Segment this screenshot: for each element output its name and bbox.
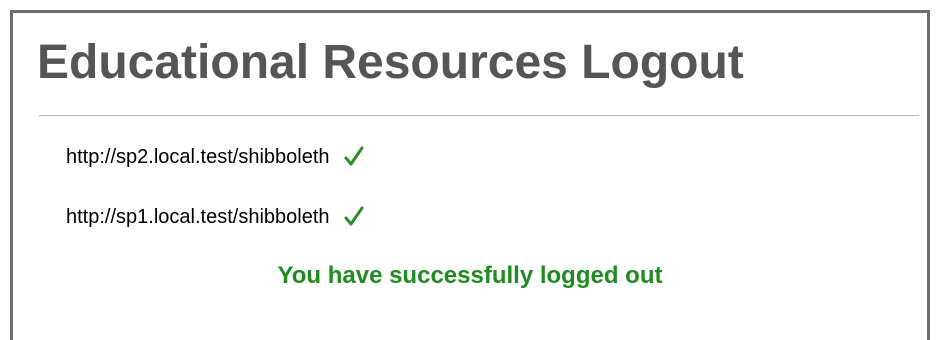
service-provider-list: http://sp2.local.test/shibboleth http://… bbox=[66, 139, 364, 259]
logout-panel: Educational Resources Logout http://sp2.… bbox=[10, 10, 930, 340]
list-item: http://sp2.local.test/shibboleth bbox=[66, 139, 364, 175]
list-item: http://sp1.local.test/shibboleth bbox=[66, 199, 364, 235]
title-divider bbox=[39, 115, 919, 116]
check-icon bbox=[344, 206, 364, 228]
service-provider-url: http://sp1.local.test/shibboleth bbox=[66, 205, 330, 228]
check-icon bbox=[344, 146, 364, 168]
logout-success-message: You have successfully logged out bbox=[277, 262, 663, 289]
page-title: Educational Resources Logout bbox=[37, 36, 744, 89]
service-provider-url: http://sp2.local.test/shibboleth bbox=[66, 145, 330, 168]
